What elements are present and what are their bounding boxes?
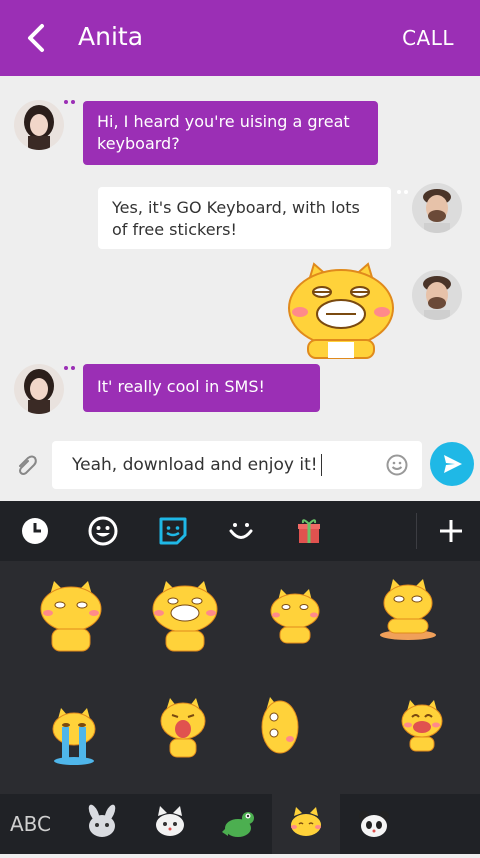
panda-icon [359, 811, 389, 837]
grinning-cat-sticker[interactable] [286, 262, 396, 360]
contact-avatar[interactable] [14, 364, 64, 414]
plus-icon[interactable] [434, 514, 468, 548]
message-text: Yes, it's GO Keyboard, with lots [112, 198, 360, 217]
smiley-icon[interactable] [86, 514, 120, 548]
message-bubble-incoming[interactable]: Hi, I heard you're uising a great keyboa… [83, 101, 378, 165]
call-button[interactable]: CALL [402, 26, 454, 50]
message-text: Hi, I heard you're uising a great [97, 112, 350, 131]
emoticon-icon[interactable] [224, 514, 258, 548]
cat-waving[interactable] [268, 587, 322, 645]
panda-pack-tab[interactable] [340, 794, 408, 854]
attach-icon[interactable] [16, 454, 38, 476]
keyboard-toolbar [0, 501, 480, 561]
cat-cheering[interactable] [400, 699, 444, 753]
rabbit-pack-tab[interactable] [68, 794, 136, 854]
gift-icon[interactable] [292, 514, 326, 548]
send-button[interactable] [430, 442, 474, 486]
send-icon [444, 455, 462, 473]
message-bubble-outgoing[interactable]: Yes, it's GO Keyboard, with lots of free… [98, 187, 391, 249]
message-input-value: Yeah, download and enjoy it! [72, 455, 318, 475]
contact-avatar[interactable] [14, 100, 64, 150]
cat-crying[interactable] [50, 707, 98, 765]
yellow-cat-icon [291, 807, 321, 836]
message-status-dots [64, 100, 78, 106]
my-avatar[interactable] [412, 183, 462, 233]
abc-label: ABC [10, 812, 52, 836]
back-arrow-icon[interactable] [22, 20, 52, 56]
message-text: of free stickers! [112, 220, 237, 239]
message-text: keyboard? [97, 134, 180, 153]
emoji-icon[interactable] [386, 454, 408, 476]
sticker-grid [0, 561, 480, 794]
abc-keyboard-tab[interactable]: ABC [0, 794, 68, 854]
crocodile-icon [222, 812, 254, 837]
sticker-pack-tabs: ABC [0, 794, 480, 854]
cat-lying[interactable] [378, 577, 438, 641]
my-avatar[interactable] [412, 270, 462, 320]
yellow-cat-pack-tab[interactable] [272, 794, 340, 854]
cat-laughing[interactable] [158, 697, 208, 759]
clock-icon[interactable] [18, 514, 52, 548]
message-bubble-incoming[interactable]: It' really cool in SMS! [83, 364, 320, 412]
rabbit-icon [88, 804, 116, 837]
white-cat-icon [156, 806, 184, 836]
message-text: It' really cool in SMS! [97, 377, 265, 396]
message-status-dots [397, 190, 411, 196]
contact-name: Anita [78, 22, 144, 51]
crocodile-pack-tab[interactable] [204, 794, 272, 854]
toolbar-divider [416, 513, 417, 549]
sticker-icon[interactable] [156, 514, 190, 548]
cat-sitting[interactable] [38, 579, 104, 653]
text-caret [320, 454, 322, 476]
top-bar: Anita CALL [0, 0, 480, 76]
cat-grinning[interactable] [150, 579, 220, 653]
cat-peeking[interactable] [260, 693, 302, 759]
message-status-dots [64, 366, 78, 372]
cat-pack-tab[interactable] [136, 794, 204, 854]
message-input[interactable]: Yeah, download and enjoy it! [52, 441, 422, 489]
